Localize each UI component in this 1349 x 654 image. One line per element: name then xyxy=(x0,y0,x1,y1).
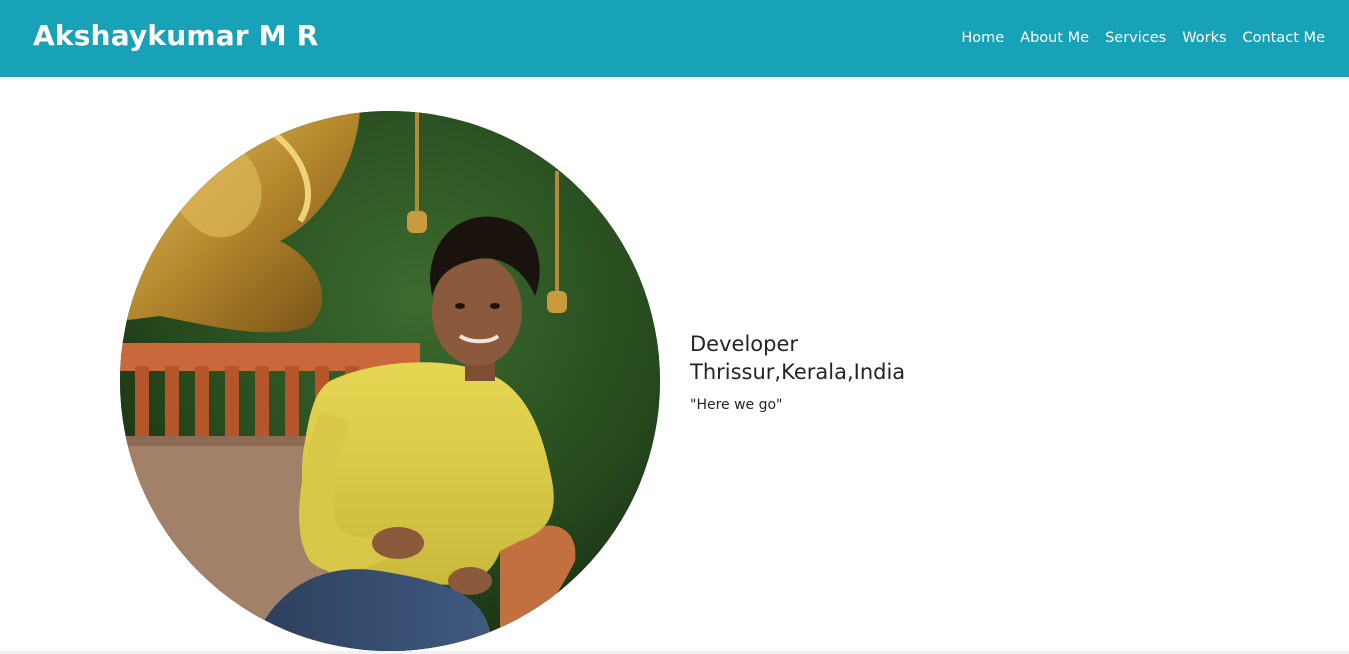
brand-title[interactable]: Akshaykumar M R xyxy=(33,14,319,58)
nav-link-services[interactable]: Services xyxy=(1105,26,1166,50)
role-heading: Developer xyxy=(690,332,799,356)
tagline-quote: "Here we go" xyxy=(690,397,783,413)
nav-link-home[interactable]: Home xyxy=(961,26,1004,50)
nav-link-about-me[interactable]: About Me xyxy=(1020,26,1089,50)
profile-photo xyxy=(120,111,660,651)
nav-links: Home About Me Services Works Contact Me xyxy=(961,26,1325,50)
hero-section: Developer Thrissur,Kerala,India "Here we… xyxy=(0,77,1349,652)
nav-link-works[interactable]: Works xyxy=(1182,26,1226,50)
navbar: Akshaykumar M R Home About Me Services W… xyxy=(0,0,1349,77)
location-heading: Thrissur,Kerala,India xyxy=(690,360,906,384)
bio-block: Developer Thrissur,Kerala,India "Here we… xyxy=(690,330,905,416)
nav-link-contact-me[interactable]: Contact Me xyxy=(1243,26,1325,50)
